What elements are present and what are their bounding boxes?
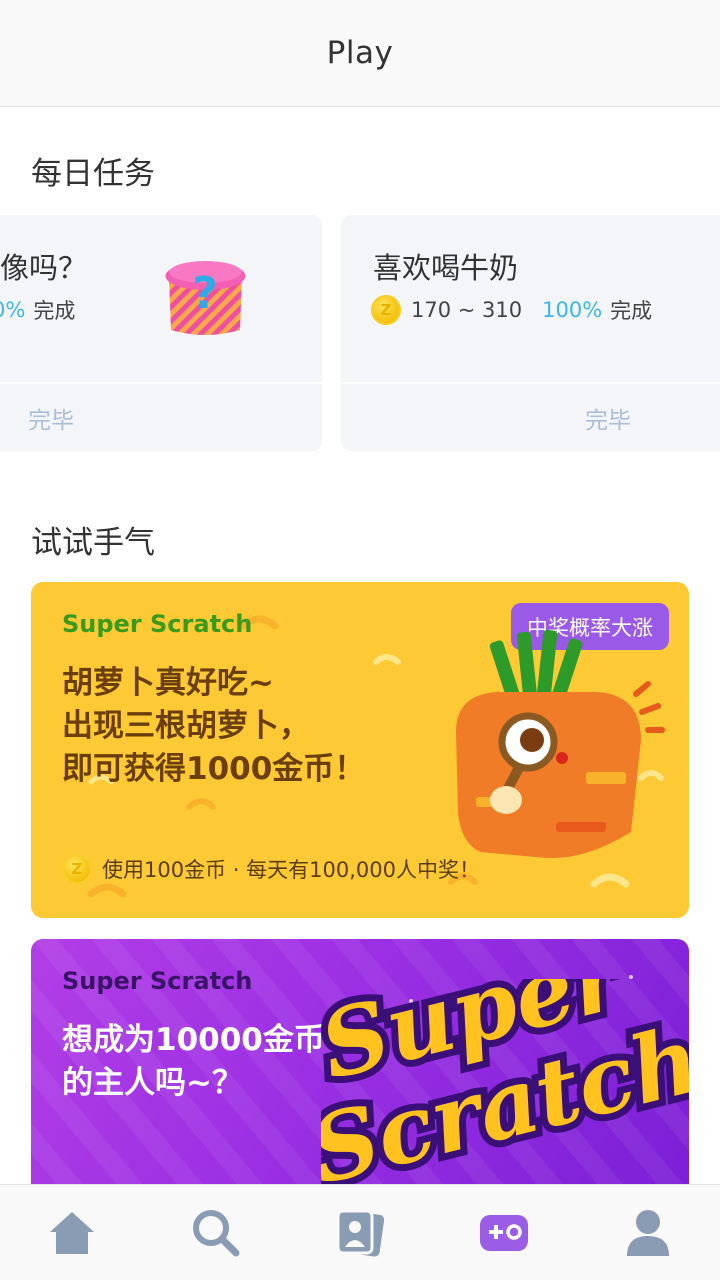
home-icon (50, 1211, 94, 1254)
task-name: 像吗？ (0, 251, 88, 285)
coin-icon: Z (62, 854, 92, 884)
daily-tasks-heading: 每日任务 (31, 156, 155, 192)
tab-play[interactable] (474, 1203, 534, 1263)
gamepad-icon (480, 1214, 528, 1251)
banner-headline: 想成为10000金币 的主人吗~？ (62, 1019, 325, 1105)
bottom-tab-bar (0, 1184, 720, 1280)
top-app-bar: Play (0, 0, 720, 107)
tab-profile[interactable] (618, 1203, 678, 1263)
try-luck-heading: 试试手气 (31, 525, 155, 561)
banner-kicker: Super Scratch (62, 967, 253, 995)
task-card-2[interactable]: 喜欢喝牛奶 Z 170 ~ 310 100% 完成 完毕 (341, 215, 720, 451)
task-percent: 0% (0, 298, 26, 322)
tab-home[interactable] (42, 1203, 102, 1263)
svg-text:?: ? (192, 268, 218, 319)
task-action-row: 完毕 (0, 382, 322, 451)
coin-icon: Z (371, 295, 401, 325)
banner-headline-line: 胡萝卜真好吃~ (62, 665, 274, 701)
banner-footer-text: 使用100金币 · 每天有100,000人中奖！ (102, 858, 480, 882)
task-progress: 0% 完成 (0, 295, 75, 325)
task-status: 完成 (610, 299, 653, 323)
task-name: 喜欢喝牛奶 (373, 251, 519, 285)
page-title: Play (326, 35, 394, 71)
task-action-row: 完毕 (341, 382, 720, 451)
task-done-button[interactable]: 完毕 (585, 401, 631, 435)
cards-icon (336, 1209, 385, 1257)
banner-headline-line: 即可获得1000金币！ (62, 751, 366, 787)
scratch-banner-carrot[interactable]: Super Scratch 胡萝卜真好吃~ 出现三根胡萝卜， 即可获得1000金… (31, 582, 689, 918)
banner-kicker: Super Scratch (62, 610, 253, 638)
tab-cards[interactable] (330, 1203, 390, 1263)
profile-icon (627, 1209, 669, 1256)
mystery-gift-box-icon: ? (165, 261, 246, 335)
task-done-button[interactable]: 完毕 (28, 401, 74, 435)
banner-headline-line: 出现三根胡萝卜， (62, 708, 310, 744)
task-reward-range: 170 ~ 310 (411, 298, 523, 322)
task-percent: 100% (542, 298, 603, 322)
carrot-with-magnifier-icon (456, 629, 665, 859)
super-scratch-logo: Super Super Scratch Scratch (321, 979, 689, 1199)
tab-search[interactable] (186, 1203, 246, 1263)
banner-headline-line: 想成为10000金币 (62, 1022, 325, 1058)
banner-headline: 胡萝卜真好吃~ 出现三根胡萝卜， 即可获得1000金币！ (62, 662, 365, 791)
search-icon (193, 1209, 240, 1256)
banner-headline-line: 的主人吗~？ (62, 1065, 243, 1101)
banner-footer: Z 使用100金币 · 每天有100,000人中奖！ (62, 854, 480, 884)
task-status: 完成 (33, 299, 76, 323)
task-progress: Z 170 ~ 310 100% 完成 (371, 295, 652, 325)
task-card-1[interactable]: 像吗？ 0% 完成 ? 完毕 (0, 215, 322, 451)
scratch-banner-coins[interactable]: Super Scratch 想成为10000金币 的主人吗~？ Super Su… (31, 939, 689, 1199)
